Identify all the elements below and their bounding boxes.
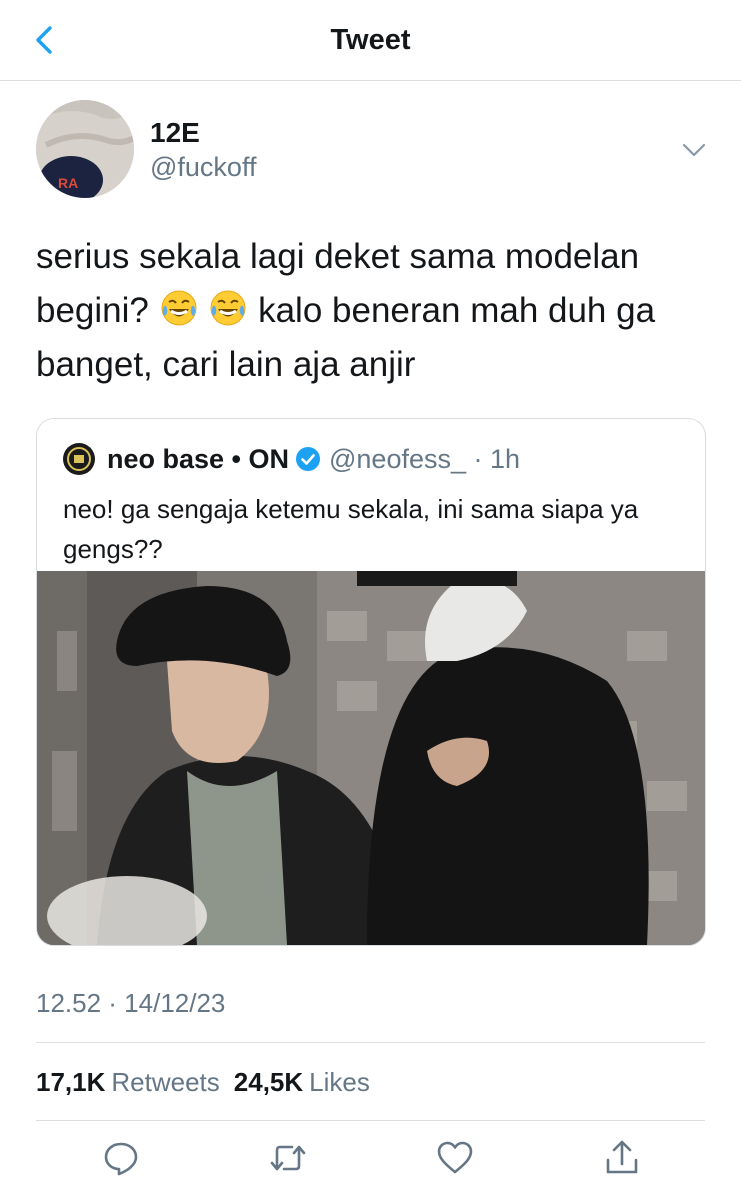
page-title: Tweet	[330, 24, 411, 56]
retweets-label[interactable]: Retweets	[111, 1067, 219, 1097]
face-with-tears-of-joy-icon	[208, 288, 248, 328]
author-display-name[interactable]: 12E	[150, 117, 200, 149]
quoted-display-name: neo base • ON	[107, 443, 289, 474]
quoted-photo[interactable]	[37, 571, 705, 945]
share-button[interactable]	[602, 1138, 642, 1178]
tweet-text: serius sekala lagi deket sama modelan be…	[36, 230, 716, 392]
verified-badge-icon	[296, 447, 320, 471]
face-with-tears-of-joy-icon	[159, 288, 199, 328]
retweets-count[interactable]: 17,1K	[36, 1067, 105, 1097]
likes-count[interactable]: 24,5K	[234, 1067, 303, 1097]
quoted-tweet-card[interactable]: neo base • ON @neofess_ · 1h neo! ga sen…	[36, 418, 706, 946]
divider	[36, 1120, 705, 1121]
share-icon	[606, 1140, 638, 1174]
like-button[interactable]	[435, 1138, 475, 1178]
tweet-timestamp[interactable]: 12.52 · 14/12/23	[36, 985, 225, 1021]
chevron-down-icon	[682, 143, 706, 157]
retweet-icon	[270, 1145, 306, 1171]
more-options-button[interactable]	[678, 134, 710, 166]
quoted-avatar	[63, 443, 95, 475]
top-bar: Tweet	[0, 0, 741, 81]
quoted-handle-time: @neofess_ · 1h	[329, 443, 521, 474]
reply-icon	[104, 1142, 138, 1176]
like-icon	[437, 1141, 473, 1174]
divider	[36, 1042, 705, 1043]
svg-text:RA: RA	[58, 175, 78, 191]
avatar[interactable]: RA	[36, 100, 134, 198]
likes-label[interactable]: Likes	[309, 1067, 370, 1097]
retweet-button[interactable]	[268, 1138, 308, 1178]
tweet-stats: 17,1K Retweets 24,5K Likes	[36, 1064, 384, 1100]
quoted-tweet-header: neo base • ON @neofess_ · 1h	[63, 441, 520, 477]
quoted-tweet-text: neo! ga sengaja ketemu sekala, ini sama …	[63, 494, 639, 564]
reply-button[interactable]	[101, 1138, 141, 1178]
author-handle[interactable]: @fuckoff	[150, 151, 256, 183]
